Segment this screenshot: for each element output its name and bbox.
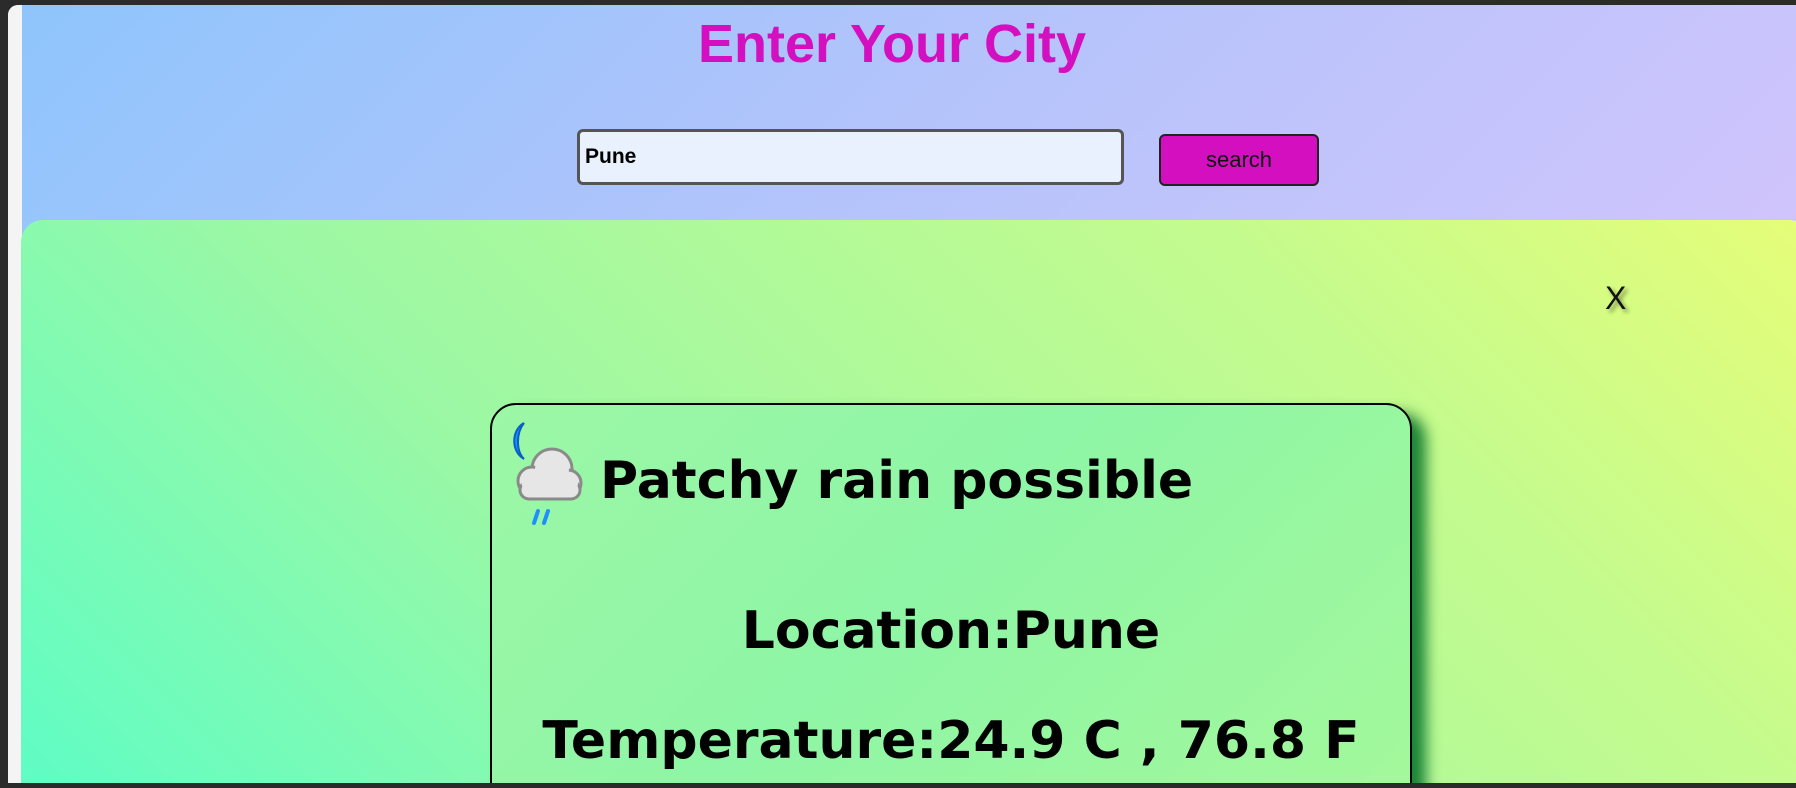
window-edge bbox=[8, 5, 22, 783]
app-window: Enter Your City search X bbox=[8, 5, 1796, 783]
city-search-input[interactable] bbox=[577, 129, 1124, 185]
location-label: Location: bbox=[741, 601, 1013, 661]
temperature-line: Temperature:24.9 C , 76.8 F bbox=[492, 711, 1410, 771]
temperature-label: Temperature: bbox=[542, 711, 938, 771]
moon-cloud-rain-icon bbox=[513, 422, 583, 525]
page-title: Enter Your City bbox=[697, 14, 1087, 74]
weather-card: Patchy rain possible Location:Pune Tempe… bbox=[490, 403, 1412, 783]
close-button[interactable]: X bbox=[1605, 278, 1645, 318]
temperature-value: 24.9 C , 76.8 F bbox=[937, 711, 1360, 771]
weather-condition: Patchy rain possible bbox=[600, 451, 1194, 511]
result-panel: X Patchy rain possible Location:Pune Tem… bbox=[21, 220, 1796, 783]
location-line: Location:Pune bbox=[492, 601, 1410, 661]
location-value: Pune bbox=[1012, 601, 1161, 661]
search-button[interactable]: search bbox=[1159, 134, 1319, 186]
